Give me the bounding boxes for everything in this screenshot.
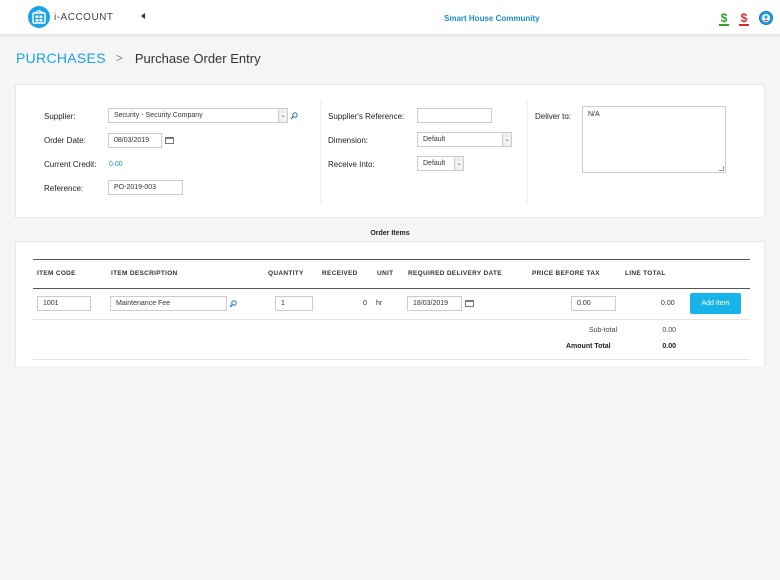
order-date-input[interactable]: 08/03/2019 <box>108 133 162 148</box>
delivery-date-input[interactable]: 18/03/2019 <box>407 296 462 311</box>
deliver-to-textarea[interactable]: N/A <box>582 106 726 173</box>
subtotal-label: Sub-total <box>589 327 618 334</box>
column-divider <box>320 101 321 203</box>
chevron-down-icon: ⌄ <box>278 109 287 122</box>
supplier-select[interactable]: Security - Security Company ⌄ <box>108 108 288 123</box>
search-icon[interactable] <box>229 300 237 308</box>
chevron-down-icon: ⌄ <box>454 157 463 170</box>
search-icon[interactable] <box>290 112 298 120</box>
col-required-delivery-date: REQUIRED DELIVERY DATE <box>408 270 502 277</box>
user-avatar-icon[interactable] <box>759 11 773 25</box>
received-value: 0 <box>363 300 367 307</box>
chevron-down-icon: ⌄ <box>502 133 511 146</box>
col-item-description: ITEM DESCRIPTION <box>111 270 178 277</box>
order-header-panel: Supplier: Security - Security Company ⌄ … <box>15 84 765 218</box>
unit-value: hr <box>376 300 383 307</box>
app-name: i-ACCOUNT <box>54 11 114 23</box>
collapse-caret-icon[interactable] <box>141 13 145 19</box>
breadcrumb-root[interactable]: PURCHASES <box>16 50 106 66</box>
column-divider <box>527 101 528 203</box>
dollar-in-icon[interactable]: $ <box>717 10 731 26</box>
subtotal-value: 0.00 <box>662 327 676 334</box>
deliver-to-label: Deliver to: <box>535 112 572 121</box>
breadcrumb: PURCHASES > Purchase Order Entry <box>16 50 261 66</box>
order-date-label: Order Date: <box>44 136 86 145</box>
supplier-reference-input[interactable] <box>417 108 492 123</box>
amount-total-value: 0.00 <box>662 343 676 350</box>
reference-input[interactable]: PO-2019-003 <box>108 180 183 195</box>
order-items-title: Order Items <box>370 230 410 237</box>
community-name[interactable]: Smart House Community <box>444 14 540 23</box>
calendar-icon[interactable] <box>165 137 174 144</box>
col-line-total: LINE TOTAL <box>625 270 666 277</box>
order-items-panel: ITEM CODE ITEM DESCRIPTION QUANTITY RECE… <box>15 241 765 366</box>
dimension-select[interactable]: Default ⌄ <box>417 132 512 147</box>
receive-into-select[interactable]: Default ⌄ <box>417 156 464 171</box>
col-received: RECEIVED <box>322 270 358 277</box>
current-credit-value[interactable]: 0.00 <box>109 161 123 168</box>
calendar-icon[interactable] <box>465 300 474 307</box>
supplier-reference-label: Supplier's Reference: <box>328 112 405 121</box>
item-code-input[interactable]: 1001 <box>37 296 91 311</box>
col-price-before-tax: PRICE BEFORE TAX <box>532 270 600 277</box>
table-top-border <box>33 259 750 260</box>
receive-into-label: Receive Into: <box>328 160 375 169</box>
col-unit: UNIT <box>377 270 394 277</box>
app-logo[interactable]: i-ACCOUNT <box>28 6 114 28</box>
price-input[interactable]: 0.00 <box>571 296 616 311</box>
add-item-button[interactable]: Add Item <box>690 293 741 314</box>
col-item-code: ITEM CODE <box>37 270 76 277</box>
item-description-input[interactable]: Maintenance Fee <box>110 296 227 311</box>
quantity-input[interactable]: 1 <box>275 296 313 311</box>
amount-total-label: Amount Total <box>566 343 611 350</box>
supplier-label: Supplier: <box>44 112 76 121</box>
resize-handle-icon[interactable] <box>719 166 724 171</box>
breadcrumb-separator: > <box>115 51 123 65</box>
current-credit-label: Current Credit: <box>44 160 97 169</box>
reference-label: Reference: <box>44 184 84 193</box>
col-quantity: QUANTITY <box>268 270 304 277</box>
table-bottom-border <box>33 359 750 360</box>
row-divider <box>33 319 750 320</box>
logo-icon <box>28 6 50 28</box>
line-total-value: 0.00 <box>661 300 675 307</box>
dimension-label: Dimension: <box>328 136 369 145</box>
page-title: Purchase Order Entry <box>134 50 261 66</box>
dollar-out-icon[interactable]: $ <box>737 10 751 26</box>
table-header-border <box>33 288 750 289</box>
top-bar: i-ACCOUNT Smart House Community $ $ <box>0 0 780 35</box>
